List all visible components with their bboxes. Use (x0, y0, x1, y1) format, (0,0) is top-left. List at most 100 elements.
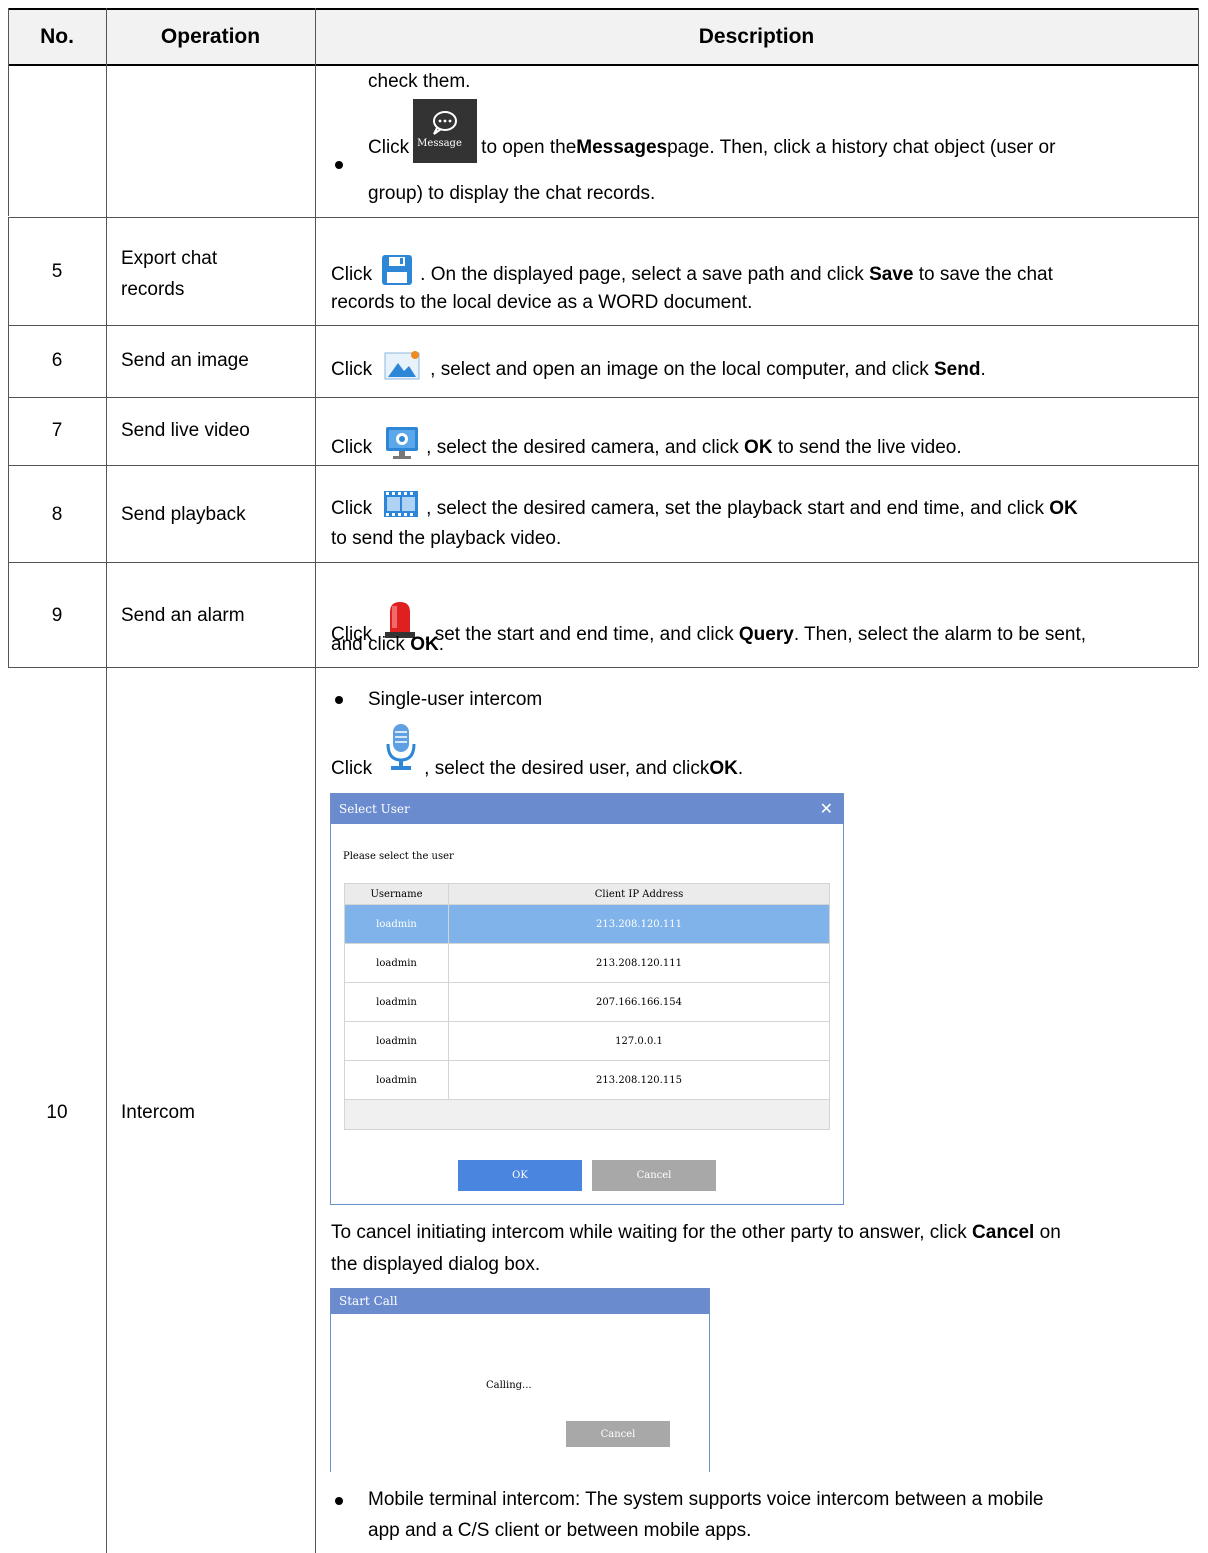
row-no: 5 (51, 261, 63, 282)
microphone-icon (384, 722, 418, 784)
send-bold: Send (933, 359, 981, 381)
row-operation: Send live video (121, 420, 250, 441)
text: to send the live video. (772, 437, 962, 459)
table-row[interactable]: loadmin 127.0.0.1 (345, 1022, 829, 1061)
row-divider (8, 325, 1198, 326)
cancel-button[interactable]: Cancel (592, 1160, 716, 1191)
ok-bold: OK (1049, 498, 1078, 519)
cell-ip: 213.208.120.111 (596, 957, 682, 969)
column-divider (315, 8, 316, 1553)
dialog-title-bar: Select User ✕ (331, 794, 843, 824)
header-no: No. (40, 24, 74, 48)
message-icon: Message (413, 99, 478, 163)
row4-line3: group) to display the chat records. (368, 183, 656, 204)
dialog-title: Select User (339, 802, 410, 816)
dialog-title-bar: Start Call (331, 1289, 709, 1314)
table-row[interactable]: loadmin 207.166.166.154 (345, 983, 829, 1022)
text: page. Then, click a history chat object … (667, 137, 1056, 158)
row-operation: Intercom (121, 1102, 195, 1123)
row-no: 7 (51, 420, 63, 441)
bullet (333, 161, 345, 173)
cell-username: loadmin (345, 983, 449, 1021)
text: to open the (481, 137, 577, 158)
select-user-dialog: Select User ✕ Please select the user Use… (330, 793, 844, 1205)
bullet-mobile-intercom-line2: app and a C/S client or between mobile a… (368, 1520, 752, 1541)
cell-ip: 127.0.0.1 (615, 1035, 663, 1047)
row-operation: Send an image (121, 350, 249, 371)
row-no: 10 (46, 1102, 68, 1123)
cancel-instruction-line2: the displayed dialog box. (331, 1254, 541, 1275)
click-text: Click (331, 264, 373, 286)
row-divider (8, 562, 1198, 563)
calling-status: Calling... (486, 1380, 532, 1391)
row4-line1: check them. (368, 71, 471, 92)
message-icon-label: Message (417, 138, 462, 149)
text: on (1034, 1222, 1061, 1243)
row-no: 8 (51, 504, 63, 525)
user-table: Username Client IP Address loadmin 213.2… (344, 883, 830, 1130)
intercom-instruction: Click , select the desired user, and cli… (331, 724, 1191, 784)
click-text: Click (331, 359, 373, 381)
table-row[interactable]: loadmin 213.208.120.111 (345, 905, 829, 944)
row-divider (8, 217, 1198, 218)
text: . (980, 359, 986, 381)
cell-username: loadmin (345, 905, 449, 943)
cell-ip: 213.208.120.115 (596, 1074, 682, 1086)
row-divider (8, 397, 1198, 398)
cancel-instruction: To cancel initiating intercom while wait… (331, 1217, 1191, 1248)
row-description-line2: records to the local device as a WORD do… (331, 292, 753, 313)
row-description: Click , select the desired camera, and c… (331, 425, 1191, 471)
text: , select the desired user, and click (424, 758, 710, 779)
text: to save the chat (913, 264, 1053, 286)
cell-username: loadmin (345, 1022, 449, 1060)
column-client-ip: Client IP Address (594, 888, 684, 900)
cancel-bold: Cancel (972, 1222, 1035, 1243)
text: . (737, 758, 744, 779)
click-text: Click (331, 758, 373, 779)
row-operation: Send playback (121, 504, 246, 525)
bullet (333, 696, 345, 708)
row-description-line2: to send the playback video. (331, 528, 562, 549)
image-icon (382, 347, 424, 393)
dialog-title: Start Call (339, 1294, 398, 1308)
table-row[interactable]: loadmin 213.208.120.115 (345, 1061, 829, 1100)
click-text: Click (331, 437, 373, 459)
ok-button[interactable]: OK (458, 1160, 582, 1191)
header-description: Description (698, 24, 815, 48)
click-text: Click (331, 498, 373, 519)
row-operation: records (121, 279, 185, 300)
table-right-border (1198, 8, 1199, 667)
ok-bold: OK (744, 437, 773, 459)
table-left-border (8, 8, 9, 216)
row-operation: Export chat (121, 248, 218, 269)
text: , select the desired camera, set the pla… (426, 498, 1050, 519)
text: . (438, 634, 444, 655)
text: , select the desired camera, and click (426, 437, 745, 459)
start-call-dialog: Start Call Calling... Cancel (330, 1288, 710, 1472)
table-row[interactable]: loadmin 213.208.120.111 (345, 944, 829, 983)
cancel-button[interactable]: Cancel (566, 1421, 670, 1447)
bullet-mobile-intercom: Mobile terminal intercom: The system sup… (368, 1489, 1044, 1510)
messages-bold: Messages (576, 137, 668, 158)
row-description-line2: and click OK. (331, 629, 1191, 660)
text: , select and open an image on the local … (430, 359, 934, 381)
cell-username: loadmin (345, 944, 449, 982)
ok-bold: OK (709, 758, 738, 779)
ok-bold: OK (410, 634, 439, 655)
text: To cancel initiating intercom while wait… (331, 1222, 973, 1243)
save-bold: Save (869, 264, 914, 286)
cell-ip: 213.208.120.111 (596, 918, 682, 930)
bullet (333, 1497, 345, 1509)
row-divider (8, 667, 1198, 668)
row-description: Click , select and open an image on the … (331, 347, 1191, 393)
bullet-single-user: Single-user intercom (368, 689, 543, 710)
cell-username: loadmin (345, 1061, 449, 1099)
row4-line2: Click Message to open the Messages page.… (368, 99, 1056, 163)
header-divider (8, 64, 1198, 66)
row-operation: Send an alarm (121, 605, 245, 626)
row-no: 9 (51, 605, 63, 626)
column-divider (106, 8, 107, 1553)
monitor-icon (384, 425, 420, 471)
close-icon[interactable]: ✕ (820, 794, 833, 824)
select-user-prompt: Please select the user (343, 851, 454, 862)
